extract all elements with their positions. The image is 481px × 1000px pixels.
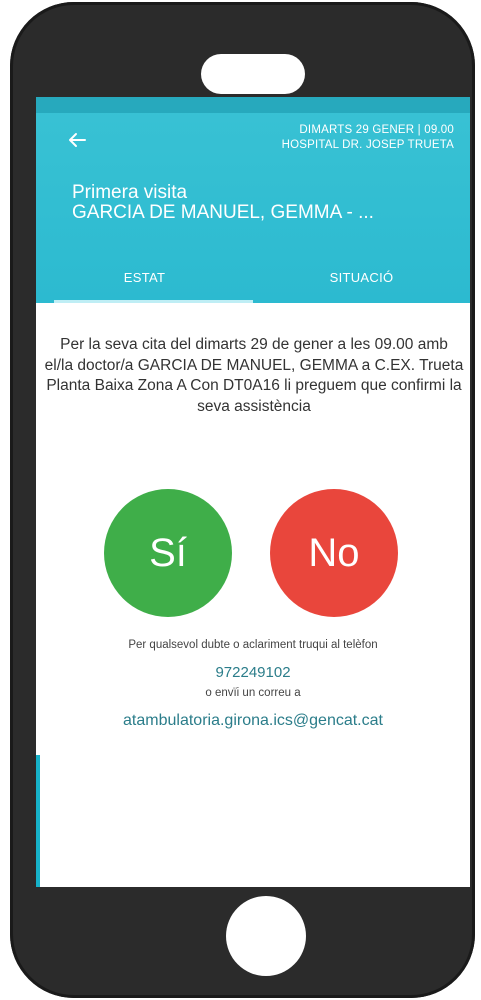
help-text: Per qualsevol dubte o aclariment truqui … [128,639,378,651]
phone-link[interactable]: 972249102 [36,664,470,681]
tab-bar: ESTAT SITUACIÓ [36,265,470,303]
appointment-date-time: DIMARTS 29 GENER | 09.00 [299,124,454,136]
home-button[interactable] [226,896,306,976]
visit-title: Primera visita GARCIA DE MANUEL, GEMMA -… [72,183,462,223]
app-header: DIMARTS 29 GENER | 09.00 HOSPITAL DR. JO… [36,97,470,303]
doctor-name: GARCIA DE MANUEL, GEMMA - ... [72,203,374,223]
or-email-text: o envïi un correu a [205,687,301,699]
appointment-info: DIMARTS 29 GENER | 09.00 HOSPITAL DR. JO… [282,123,454,153]
yes-button[interactable]: Sí [104,489,232,617]
tab-situacio[interactable]: SITUACIÓ [253,265,470,303]
tab-estat[interactable]: ESTAT [36,265,253,303]
screen-edge-accent [36,755,40,887]
speaker-slot [201,54,305,94]
email-link[interactable]: atambulatoria.girona.ics@gencat.cat [36,712,470,730]
no-button[interactable]: No [270,489,398,617]
back-arrow-icon[interactable] [64,127,90,153]
visit-type: Primera visita [72,183,188,203]
empty-area [36,755,470,887]
app-screen: DIMARTS 29 GENER | 09.00 HOSPITAL DR. JO… [36,97,470,887]
status-bar [36,97,470,113]
confirmation-message: Per la seva cita del dimarts 29 de gener… [44,336,464,415]
hospital-name: HOSPITAL DR. JOSEP TRUETA [281,139,454,151]
